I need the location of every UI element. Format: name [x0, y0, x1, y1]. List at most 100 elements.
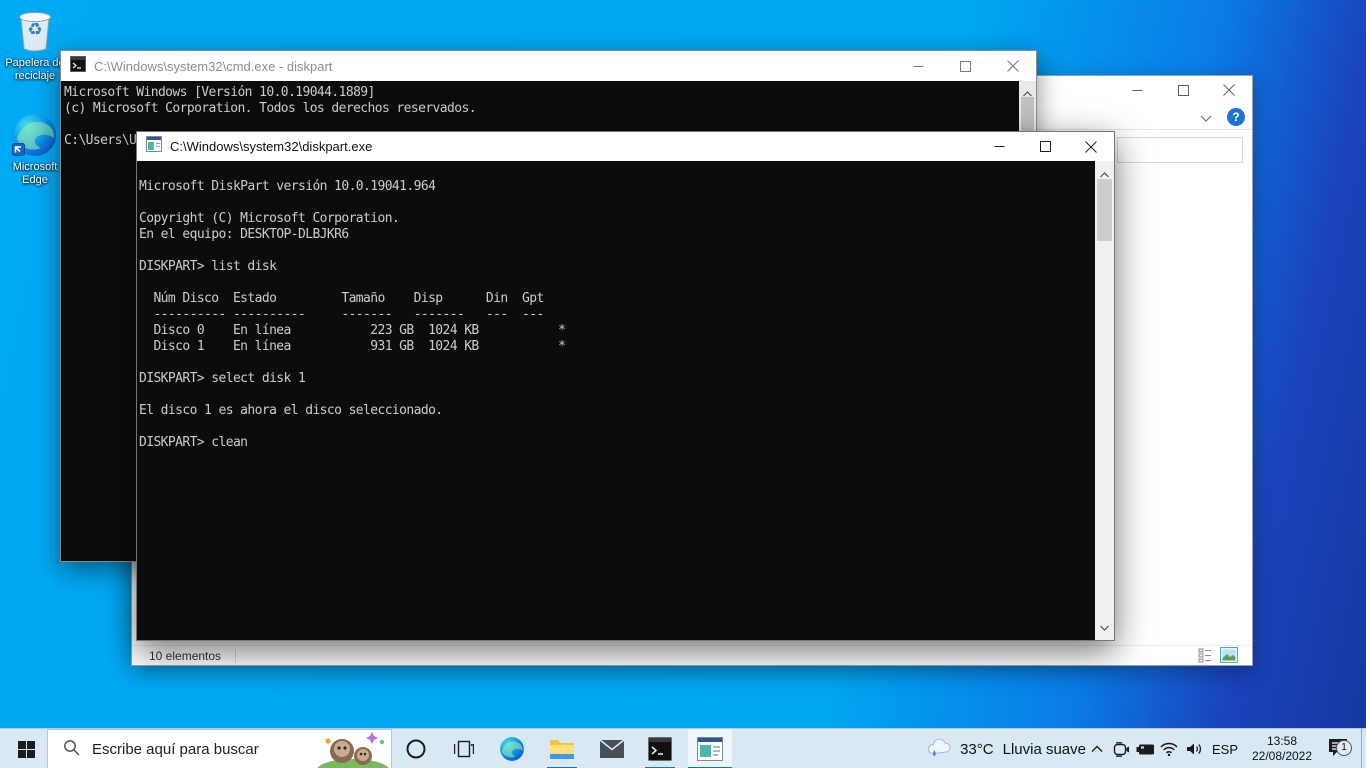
ribbon-collapse-icon[interactable]: [1200, 110, 1212, 128]
maximize-button[interactable]: [942, 51, 989, 81]
maximize-button[interactable]: [1022, 132, 1068, 161]
weather-rain-icon: [926, 739, 951, 760]
search-placeholder: Escribe aquí para buscar: [92, 741, 259, 758]
terminal-line: ---------- ---------- ------- ------- --…: [139, 307, 1095, 323]
battery-charging-icon: [1136, 744, 1155, 755]
network-button[interactable]: [1157, 729, 1181, 768]
explorer-view-toggles: [1197, 647, 1238, 668]
speaker-icon: [1186, 742, 1204, 756]
mail-icon: [600, 740, 624, 758]
terminal-line: [139, 387, 1095, 403]
language-indicator[interactable]: ESP: [1208, 729, 1242, 768]
task-view-button[interactable]: [446, 729, 482, 768]
cmd-window-title: C:\Windows\system32\cmd.exe - diskpart: [94, 59, 332, 74]
taskbar-weather-widget[interactable]: 33°C Lluvia suave: [926, 729, 1086, 768]
desktop: ♻ Papelera de reciclaje Microsoft Edge: [0, 0, 1366, 768]
diskpart-titlebar[interactable]: C:\Windows\system32\diskpart.exe: [137, 132, 1114, 161]
terminal-line: (c) Microsoft Corporation. Todos los der…: [64, 101, 1019, 117]
edge-icon: [12, 112, 58, 158]
taskbar-file-explorer-button[interactable]: [544, 729, 580, 768]
close-button[interactable]: [1068, 132, 1114, 161]
scrollbar-thumb[interactable]: [1097, 179, 1112, 241]
item-count-label: 10 elementos: [149, 649, 221, 663]
wifi-icon: [1160, 742, 1178, 756]
file-explorer-icon: [549, 737, 575, 761]
notification-center-button[interactable]: 1: [1322, 729, 1356, 768]
taskbar-search[interactable]: Escribe aquí para buscar: [47, 729, 392, 768]
cmd-titlebar[interactable]: C:\Windows\system32\cmd.exe - diskpart: [61, 51, 1036, 81]
terminal-line: DISKPART> select disk 1: [139, 371, 1095, 387]
clock-date: 22/08/2022: [1252, 749, 1312, 764]
explorer-statusbar: 10 elementos: [132, 645, 1252, 665]
weather-condition: Lluvia suave: [1003, 741, 1086, 758]
diskpart-icon: [697, 737, 723, 761]
cmd-window-controls: [895, 51, 1036, 81]
notification-count-badge: 1: [1336, 740, 1352, 756]
battery-status-button[interactable]: [1134, 729, 1156, 768]
terminal-line: En el equipo: DESKTOP-DLBJKR6: [139, 227, 1095, 243]
show-desktop-button[interactable]: [1361, 729, 1366, 768]
explorer-search-input[interactable]: [1118, 138, 1242, 162]
start-button[interactable]: [8, 729, 44, 768]
terminal-line: Disco 0 En línea 223 GB 1024 KB *: [139, 323, 1095, 339]
taskbar-edge-button[interactable]: [494, 729, 530, 768]
details-view-icon[interactable]: [1197, 647, 1213, 668]
edge-icon: [499, 736, 525, 762]
scroll-down-icon[interactable]: [1095, 618, 1114, 636]
shortcut-arrow-icon: [12, 143, 25, 156]
terminal-line: DISKPART> clean: [139, 435, 1095, 451]
maximize-button[interactable]: [1160, 76, 1206, 104]
chevron-up-icon: [1091, 745, 1103, 753]
language-code: ESP: [1212, 742, 1238, 757]
close-button[interactable]: [989, 51, 1036, 81]
minimize-button[interactable]: [895, 51, 942, 81]
terminal-line: [139, 355, 1095, 371]
explorer-search-box: [1117, 137, 1243, 163]
diskpart-window: C:\Windows\system32\diskpart.exe Microso…: [136, 131, 1115, 641]
terminal-line: Núm Disco Estado Tamaño Disp Din Gpt: [139, 291, 1095, 307]
volume-button[interactable]: [1182, 729, 1208, 768]
diskpart-window-title: C:\Windows\system32\diskpart.exe: [170, 139, 372, 154]
taskbar-clock[interactable]: 13:58 22/08/2022: [1242, 729, 1322, 768]
diskpart-window-controls: [976, 132, 1114, 161]
minimize-button[interactable]: [1114, 76, 1160, 104]
statusbar-divider: [235, 649, 236, 663]
taskbar-mail-button[interactable]: [594, 729, 630, 768]
search-icon: [63, 739, 80, 761]
windows-logo-icon: [18, 741, 35, 758]
search-highlight-image[interactable]: [315, 730, 391, 768]
diskpart-app-icon: [146, 136, 162, 157]
explorer-window-controls: [1114, 76, 1252, 104]
weather-temperature: 33°C: [960, 741, 994, 758]
taskbar-cmd-button[interactable]: [642, 729, 678, 768]
help-icon[interactable]: ?: [1227, 108, 1245, 126]
diskpart-terminal-output: Microsoft DiskPart versión 10.0.19041.96…: [137, 161, 1095, 640]
cortana-button[interactable]: [398, 729, 434, 768]
cortana-icon: [406, 739, 426, 759]
meet-now-icon: [1112, 742, 1130, 757]
task-view-icon: [454, 740, 474, 758]
close-button[interactable]: [1206, 76, 1252, 104]
thumbnail-view-icon[interactable]: [1220, 647, 1238, 668]
recycle-bin-icon: ♻: [14, 8, 56, 54]
terminal-line: Disco 1 En línea 931 GB 1024 KB *: [139, 339, 1095, 355]
terminal-line: El disco 1 es ahora el disco seleccionad…: [139, 403, 1095, 419]
tray-expand-button[interactable]: [1086, 729, 1108, 768]
meet-now-button[interactable]: [1110, 729, 1132, 768]
clock-time: 13:58: [1267, 734, 1297, 749]
terminal-line: Microsoft DiskPart versión 10.0.19041.96…: [139, 179, 1095, 195]
terminal-line: [139, 419, 1095, 435]
taskbar: Escribe aquí para buscar: [0, 728, 1366, 768]
terminal-line: [139, 243, 1095, 259]
terminal-line: [139, 195, 1095, 211]
terminal-line: [139, 275, 1095, 291]
cmd-icon: [648, 737, 672, 761]
terminal-line: DISKPART> list disk: [139, 259, 1095, 275]
cmd-app-icon: [70, 56, 86, 77]
taskbar-diskpart-button[interactable]: [688, 729, 732, 768]
terminal-line: Copyright (C) Microsoft Corporation.: [139, 211, 1095, 227]
diskpart-scrollbar[interactable]: [1095, 161, 1114, 640]
terminal-line: Microsoft Windows [Versión 10.0.19044.18…: [64, 85, 1019, 101]
recycle-symbol-icon: ♻: [14, 20, 56, 40]
minimize-button[interactable]: [976, 132, 1022, 161]
